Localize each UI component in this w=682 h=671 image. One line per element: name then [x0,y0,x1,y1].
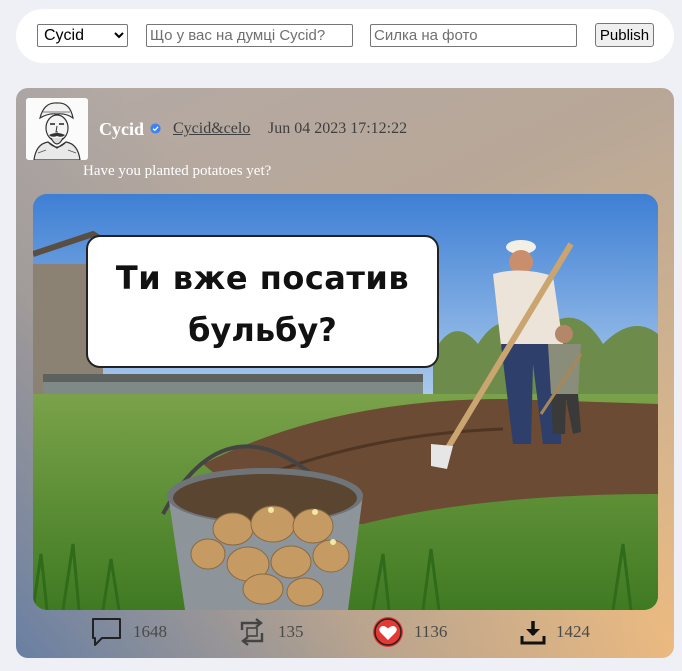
repost-button[interactable]: 135 [236,615,304,649]
comment-icon [92,618,121,646]
download-count: 1424 [556,622,590,641]
download-icon [520,621,546,645]
post-image[interactable]: Ти вже посатив бульбу? [33,194,658,610]
verified-icon [150,123,161,134]
author-name[interactable]: Cycid [99,119,144,140]
download-button[interactable]: 1424 [520,615,590,649]
meme-caption-box: Ти вже посатив бульбу? [86,235,439,368]
status-input[interactable] [146,24,353,47]
avatar-portrait [26,98,88,160]
photo-url-input[interactable] [370,24,577,47]
post-card: Cycid Cycid&celo Jun 04 2023 17:12:22 Ha… [16,88,674,658]
avatar[interactable] [26,98,88,160]
compose-bar: Cycid Publish [16,9,674,63]
author-handle[interactable]: Cycid&celo [173,120,250,138]
post-text: Have you planted potatoes yet? [83,163,272,179]
heart-icon [373,617,403,647]
meme-caption-line2: бульбу? [188,311,337,349]
post-date: Jun 04 2023 17:12:22 [268,120,408,137]
repost-count: 135 [278,622,304,641]
publish-button[interactable]: Publish [595,23,654,47]
user-select[interactable]: Cycid [37,24,128,47]
like-button[interactable]: 1136 [372,615,447,649]
like-count: 1136 [414,622,448,641]
comment-count: 1648 [133,622,167,641]
repost-icon [240,618,264,646]
comment-button[interactable]: 1648 [90,615,167,649]
meme-caption-line1: Ти вже посатив [115,259,410,297]
